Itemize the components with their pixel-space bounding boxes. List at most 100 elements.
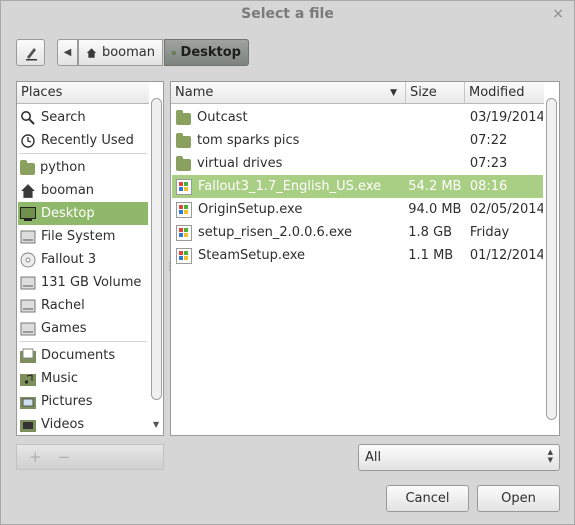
file-size: 94.0 MB [408,202,462,217]
column-header-modified[interactable]: Modified [465,82,544,104]
sidebar-item-label: Rachel [41,298,85,313]
desktop-icon [172,50,176,55]
sidebar-item-music[interactable]: Music [18,367,148,390]
sidebar-item-131-gb-volume[interactable]: 131 GB Volume [18,271,148,294]
sidebar-item-pictures[interactable]: Pictures [18,390,148,413]
drive-icon [20,299,36,312]
sidebar-item-label: Desktop [41,206,95,221]
file-name: SteamSetup.exe [198,248,306,263]
filter-selected-value: All [365,450,382,465]
dialog-title: Select a file [241,6,334,22]
sidebar-item-label: 131 GB Volume [41,275,142,290]
search-icon [21,110,35,125]
title-bar[interactable]: Select a file × [1,1,574,29]
folder-icon [176,110,191,125]
sidebar-item-fallout-3[interactable]: Fallout 3 [18,248,148,271]
sidebar-item-documents[interactable]: Documents [18,344,148,367]
pencil-icon [25,47,37,60]
sidebar-item-videos[interactable]: Videos [18,413,148,435]
spin-arrows-icon: ▲ ▼ [547,448,553,464]
file-row-steamsetup-exe[interactable]: SteamSetup.exe 1.1 MB 01/12/2014 [172,244,543,267]
path-back-button[interactable]: ◀ [57,39,78,66]
file-list-scrollbar[interactable] [546,82,558,435]
places-divider [19,153,147,154]
cancel-button[interactable]: Cancel [386,485,469,512]
sidebar-item-label: Search [41,110,86,125]
crumb-booman[interactable]: booman [78,39,163,66]
folder-icon [20,159,35,175]
sidebar-item-label: Pictures [41,394,93,409]
sidebar-item-recently-used[interactable]: Recently Used [18,129,148,152]
recent-icon [21,133,35,148]
file-row-fallout3-exe[interactable]: Fallout3_1.7_English_US.exe 54.2 MB 08:1… [172,175,543,198]
sidebar-item-label: Recently Used [41,133,134,148]
file-row-tom-sparks-pics[interactable]: tom sparks pics 07:22 [172,129,543,152]
column-header-label: Name [175,85,214,100]
file-modified: 07:23 [469,156,508,171]
file-name: OriginSetup.exe [198,202,303,217]
sidebar-item-label: booman [41,183,95,198]
file-row-virtual-drives[interactable]: virtual drives 07:23 [172,152,543,175]
windows-exe-icon [176,224,192,241]
file-modified: 02/05/2014 [469,202,543,217]
file-name: setup_risen_2.0.0.6.exe [198,225,353,240]
file-name: tom sparks pics [197,133,300,148]
crumb-label: Desktop [180,45,241,60]
drive-icon [20,276,36,289]
remove-bookmark-button[interactable]: − [58,448,71,466]
open-button[interactable]: Open [477,485,560,512]
sidebar-item-file-system[interactable]: File System [18,225,148,248]
file-row-originsetup-exe[interactable]: OriginSetup.exe 94.0 MB 02/05/2014 [172,198,543,221]
pane-resize-grip[interactable]: ⋮ [165,263,174,278]
file-name: virtual drives [197,156,283,171]
videos-icon [20,419,36,432]
sidebar-item-games[interactable]: Games [18,317,148,340]
file-name: Outcast [197,110,248,125]
places-header[interactable]: Places [17,82,149,104]
file-type-filter-select[interactable]: All ▲ ▼ [358,444,560,471]
sort-descending-icon: ▼ [390,87,397,98]
sidebar-item-label: Fallout 3 [41,252,97,267]
places-scroll-thumb[interactable] [151,98,162,400]
windows-exe-icon [176,178,192,195]
column-header-label: Size [410,85,437,100]
places-header-label: Places [21,85,63,100]
scroll-down-arrow-icon[interactable]: ▼ [153,420,159,429]
crumb-label: booman [101,45,155,60]
bookmark-buttons: + − [16,444,164,470]
column-header-name[interactable]: Name ▼ [171,82,406,104]
sidebar-item-rachel[interactable]: Rachel [18,294,148,317]
edit-location-button[interactable] [16,39,45,66]
optical-disc-icon [20,252,36,267]
pictures-icon [20,396,36,409]
sidebar-item-python[interactable]: python [18,156,148,179]
column-header-size[interactable]: Size [406,82,465,104]
sidebar-item-label: Music [41,371,78,386]
folder-icon [176,133,191,148]
documents-icon [20,348,36,363]
windows-exe-icon [176,247,192,264]
windows-exe-icon [176,201,192,218]
places-sidebar: Places Search Recently Used python booma… [16,81,164,436]
file-modified: Friday [469,225,510,240]
crumb-desktop[interactable]: Desktop [164,39,249,66]
home-icon [86,47,97,58]
sidebar-item-booman[interactable]: booman [18,179,148,202]
file-size: 54.2 MB [408,179,462,194]
drive-icon [20,322,36,335]
close-icon[interactable]: × [552,6,564,22]
file-modified: 07:22 [469,133,508,148]
sidebar-item-search[interactable]: Search [18,106,148,129]
file-size: 1.8 GB [408,225,453,240]
file-row-setup-risen-exe[interactable]: setup_risen_2.0.0.6.exe 1.8 GB Friday [172,221,543,244]
file-modified: 01/12/2014 [469,248,543,263]
chevron-left-icon: ◀ [63,47,72,58]
places-scrollbar[interactable]: ▼ [151,82,163,435]
file-list-scroll-thumb[interactable] [546,98,557,420]
sidebar-item-label: Documents [41,348,116,363]
file-list: Name ▼ Size Modified Outcast 03/19/2014 … [170,81,560,436]
file-row-outcast[interactable]: Outcast 03/19/2014 [172,106,543,129]
add-bookmark-button[interactable]: + [29,448,42,466]
file-modified: 08:16 [469,179,508,194]
sidebar-item-desktop[interactable]: Desktop [18,202,148,225]
